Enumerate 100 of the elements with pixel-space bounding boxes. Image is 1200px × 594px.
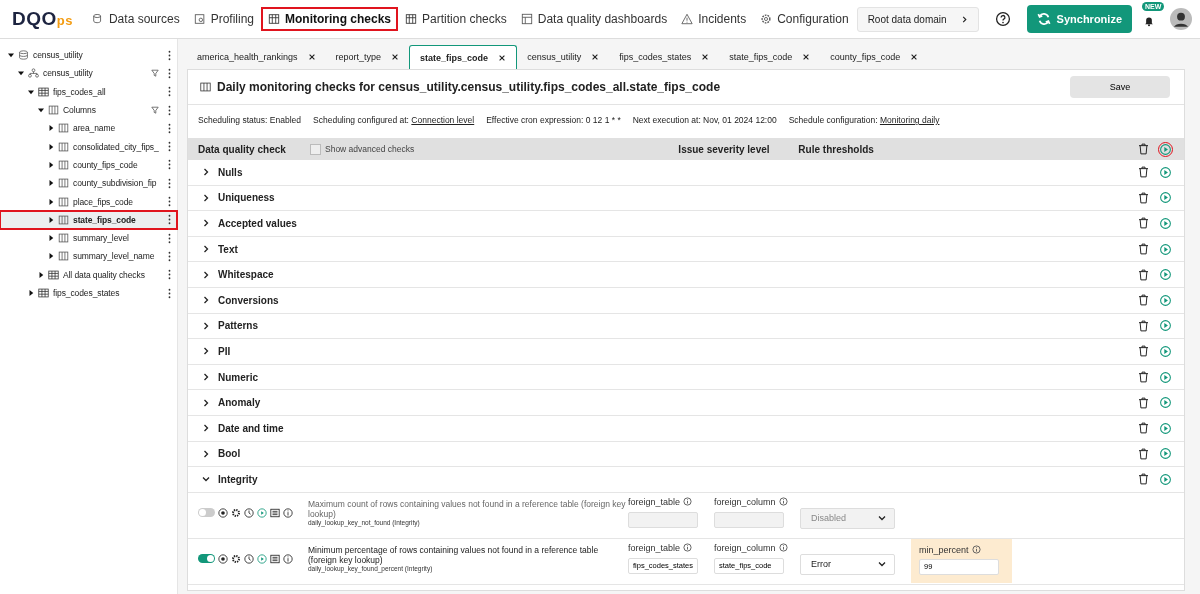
- close-icon[interactable]: [591, 53, 600, 61]
- tree-item[interactable]: summary_level: [0, 228, 177, 248]
- delete-icon[interactable]: [1138, 447, 1149, 460]
- caret-icon[interactable]: [48, 161, 54, 168]
- domain-selector[interactable]: Root data domain: [856, 6, 979, 32]
- check-category[interactable]: Date and time: [188, 415, 1184, 442]
- settings-icon[interactable]: [231, 507, 241, 518]
- schedule-link[interactable]: Monitoring daily: [879, 115, 940, 125]
- list-icon[interactable]: [270, 507, 280, 518]
- filter-icon[interactable]: [151, 106, 159, 115]
- check-category[interactable]: PII: [188, 339, 1184, 365]
- chevron-icon[interactable]: [202, 424, 210, 433]
- info-icon[interactable]: [683, 543, 693, 553]
- caret-icon[interactable]: [38, 107, 44, 114]
- tab[interactable]: america_health_rankings: [187, 45, 326, 69]
- nav-link[interactable]: Profiling: [188, 9, 259, 29]
- run-icon[interactable]: [1159, 293, 1172, 307]
- delete-icon[interactable]: [1138, 294, 1149, 307]
- chevron-icon[interactable]: [202, 321, 210, 330]
- run-icon[interactable]: [1159, 472, 1172, 486]
- check-category[interactable]: Nulls: [188, 160, 1184, 186]
- close-icon[interactable]: [701, 53, 710, 61]
- chevron-icon[interactable]: [202, 270, 210, 279]
- more-icon[interactable]: [168, 269, 171, 281]
- synchronize-button[interactable]: Synchronize: [1026, 5, 1132, 33]
- tree-item[interactable]: consolidated_city_fips_: [0, 137, 177, 156]
- info-icon[interactable]: [971, 545, 981, 555]
- chevron-icon[interactable]: [202, 449, 210, 458]
- nav-link[interactable]: Monitoring checks: [263, 9, 397, 29]
- check-category[interactable]: Uniqueness: [188, 185, 1184, 212]
- tree-item[interactable]: fips_codes_states: [0, 283, 177, 303]
- check-category[interactable]: Numeric: [188, 364, 1184, 391]
- delete-icon[interactable]: [1138, 396, 1149, 409]
- tab[interactable]: state_fips_code: [719, 45, 821, 69]
- filter-icon[interactable]: [151, 69, 159, 78]
- run-icon[interactable]: [1159, 319, 1172, 333]
- more-icon[interactable]: [168, 250, 171, 262]
- more-icon[interactable]: [168, 49, 171, 61]
- run-icon[interactable]: [1159, 344, 1172, 358]
- toggle-switch[interactable]: [198, 554, 215, 564]
- tree-item[interactable]: Columns: [0, 100, 177, 120]
- caret-icon[interactable]: [48, 143, 54, 150]
- more-icon[interactable]: [168, 67, 171, 79]
- list-icon[interactable]: [270, 553, 280, 564]
- more-icon[interactable]: [168, 287, 171, 299]
- clock-icon[interactable]: [244, 507, 254, 518]
- input-field[interactable]: [628, 511, 698, 528]
- info-icon[interactable]: [283, 553, 293, 564]
- nav-link[interactable]: Data quality dashboards: [515, 9, 673, 29]
- tree-item[interactable]: area_name: [0, 119, 177, 138]
- check-category[interactable]: Anomaly: [188, 390, 1184, 416]
- more-icon[interactable]: [168, 141, 171, 153]
- check-category[interactable]: Whitespace: [188, 262, 1184, 288]
- more-icon[interactable]: [168, 122, 171, 134]
- chevron-icon[interactable]: [202, 373, 210, 382]
- caret-icon[interactable]: [8, 52, 14, 59]
- nav-link[interactable]: Incidents: [676, 9, 752, 29]
- tree-item[interactable]: county_fips_code: [0, 155, 177, 175]
- chevron-icon[interactable]: [202, 347, 210, 356]
- run-icon[interactable]: [1159, 191, 1172, 205]
- caret-icon[interactable]: [48, 125, 54, 132]
- tree-item[interactable]: summary_level_name: [0, 247, 177, 266]
- close-icon[interactable]: [802, 53, 811, 61]
- close-icon[interactable]: [307, 53, 316, 61]
- caret-icon[interactable]: [48, 180, 54, 187]
- tab[interactable]: fips_codes_states: [609, 45, 720, 69]
- nav-link[interactable]: Configuration: [755, 9, 854, 29]
- more-icon[interactable]: [168, 177, 171, 189]
- run-icon[interactable]: [1159, 421, 1172, 435]
- chevron-icon[interactable]: [202, 398, 210, 407]
- nav-link[interactable]: Partition checks: [400, 9, 512, 29]
- caret-icon[interactable]: [38, 271, 44, 278]
- info-icon[interactable]: [283, 507, 293, 518]
- more-icon[interactable]: [168, 196, 171, 207]
- save-button[interactable]: Save: [1070, 76, 1170, 98]
- tree-item[interactable]: county_subdivision_fip: [0, 174, 177, 193]
- info-icon[interactable]: [683, 497, 693, 507]
- chevron-icon[interactable]: [202, 219, 210, 228]
- settings-icon[interactable]: [231, 553, 241, 564]
- target-icon[interactable]: [218, 507, 228, 518]
- delete-icon[interactable]: [1138, 345, 1149, 358]
- chevron-icon[interactable]: [202, 245, 210, 254]
- chevron-icon[interactable]: [202, 168, 210, 177]
- check-category[interactable]: Patterns: [188, 313, 1184, 340]
- info-icon[interactable]: [778, 543, 788, 553]
- check-category[interactable]: Conversions: [188, 287, 1184, 314]
- target-icon[interactable]: [218, 553, 228, 564]
- delete-icon[interactable]: [1138, 243, 1149, 256]
- tree-item[interactable]: place_fips_code: [0, 192, 177, 211]
- delete-icon[interactable]: [1138, 217, 1149, 230]
- caret-icon[interactable]: [18, 70, 24, 77]
- nav-link[interactable]: Data sources: [86, 9, 185, 29]
- tab[interactable]: county_fips_code: [820, 45, 929, 69]
- advanced-checkbox[interactable]: Show advanced checks: [310, 143, 415, 155]
- bell-icon[interactable]: [1144, 14, 1154, 28]
- more-icon[interactable]: [168, 104, 171, 116]
- delete-icon[interactable]: [1138, 166, 1149, 179]
- schedule-link[interactable]: Connection level: [411, 115, 475, 125]
- tab[interactable]: state_fips_code: [409, 45, 518, 69]
- tree-item[interactable]: state_fips_code: [0, 210, 177, 229]
